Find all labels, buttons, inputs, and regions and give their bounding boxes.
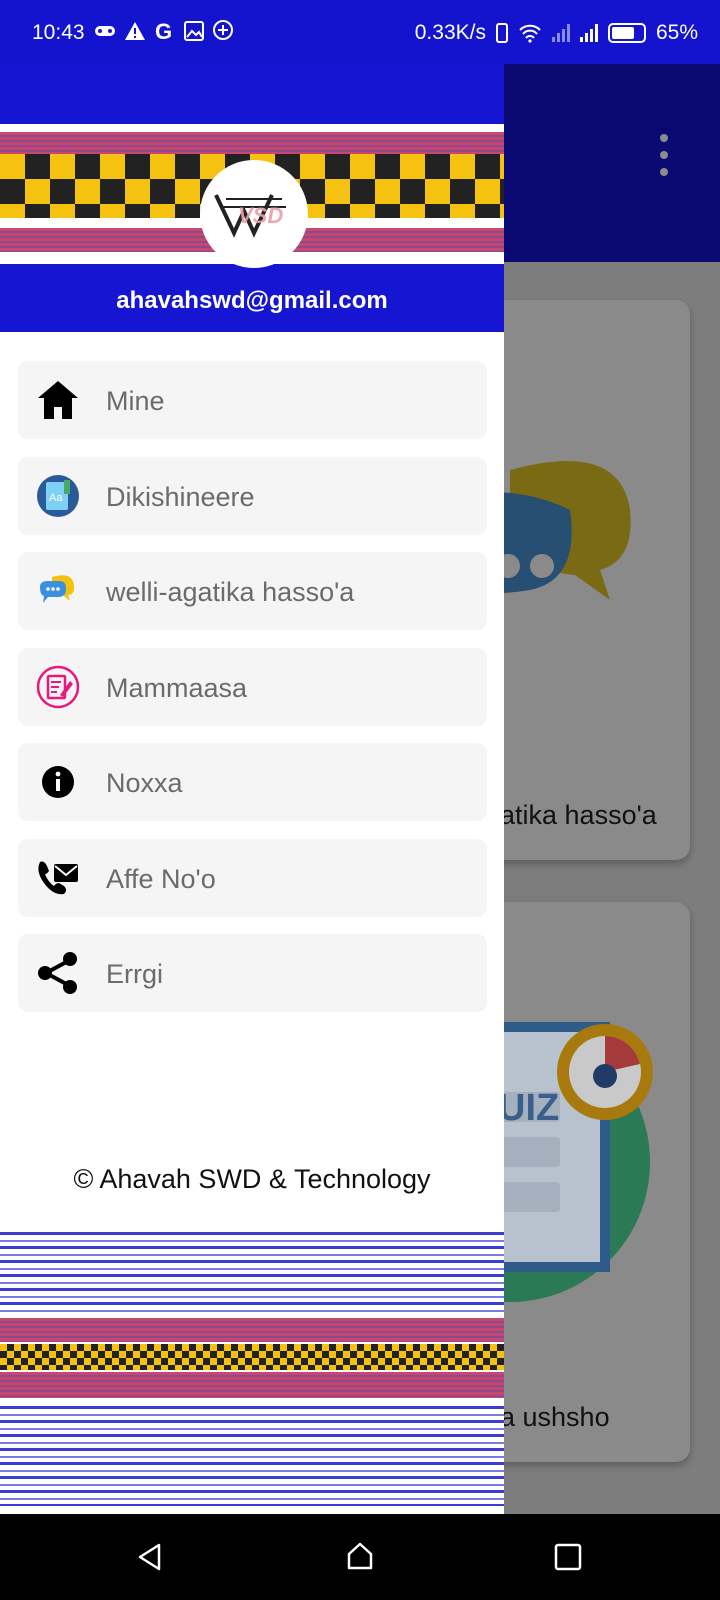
signal-icon [579, 24, 598, 42]
app-logo: VSD [200, 160, 308, 268]
menu-item-label: Errgi [106, 959, 164, 989]
banner-stripe [0, 132, 504, 154]
svg-text:VSD: VSD [238, 203, 283, 228]
menu-item-label: Noxxa [106, 768, 183, 798]
logo-icon: VSD [214, 194, 286, 238]
chat-bubbles-icon [36, 569, 80, 613]
card-caption: atika hasso'a [500, 800, 657, 830]
svg-text:Aa: Aa [49, 492, 63, 504]
notification-icons: G [94, 20, 234, 42]
gamepad-icon [95, 26, 115, 36]
user-email: ahavahswd@gmail.com [116, 287, 388, 314]
home-icon [36, 378, 80, 422]
status-right: 0.33K/s 65% [415, 21, 698, 45]
drawer-footer-pattern [0, 1226, 504, 1514]
edit-note-icon [36, 665, 80, 709]
system-nav-bar [0, 1514, 720, 1600]
menu-item-noxxa[interactable]: Noxxa [18, 743, 487, 821]
home-icon[interactable] [345, 1541, 375, 1571]
status-bar: 10:43 G 0.33K/s 65% [0, 0, 720, 64]
battery-percent: 65% [655, 21, 698, 44]
menu-item-chat[interactable]: welli-agatika hasso'a [18, 552, 487, 630]
menu-item-label: Affe No'o [106, 863, 216, 894]
image-icon [184, 21, 204, 41]
drawer-menu: Mine Aa Dikishineere welli-agatika hasso… [18, 361, 487, 1030]
drawer-email-bar: ahavahswd@gmail.com [0, 264, 504, 332]
share-icon [36, 951, 80, 995]
phone-icon [495, 23, 508, 43]
footer-stripe [0, 1318, 504, 1342]
overflow-menu-icon[interactable] [658, 134, 670, 185]
quiz-badge: UIZ [498, 1087, 560, 1129]
menu-item-share[interactable]: Errgi [18, 934, 487, 1012]
menu-item-label: Mammaasa [106, 672, 248, 703]
battery-icon [607, 23, 646, 43]
recents-icon[interactable] [553, 1542, 583, 1572]
back-icon[interactable] [135, 1542, 165, 1572]
footer-stripe [0, 1372, 504, 1398]
status-time: 10:43 [32, 21, 85, 44]
navigation-drawer: VSD ahavahswd@gmail.com Mine Aa Dikishin… [0, 64, 504, 1514]
dictionary-icon: Aa [36, 474, 80, 518]
svg-text:G: G [155, 20, 172, 42]
copyright-text: © Ahavah SWD & Technology [73, 1164, 431, 1194]
drawer-header-top [0, 64, 504, 124]
menu-item-label: Mine [106, 386, 165, 416]
wifi-icon [519, 24, 541, 43]
google-icon: G [155, 20, 172, 42]
signal-icon [551, 24, 570, 42]
card-caption: a ushsho [500, 1402, 610, 1432]
footer-stripe [0, 1232, 504, 1312]
menu-item-mammaasa[interactable]: Mammaasa [18, 647, 487, 726]
menu-item-label: welli-agatika hasso'a [106, 577, 355, 607]
menu-item-contact[interactable]: Affe No'o [18, 838, 487, 917]
menu-item-mine[interactable]: Mine [18, 361, 487, 439]
footer-stripe [0, 1406, 504, 1506]
menu-item-label: Dikishineere [106, 481, 255, 512]
footer-checker-pattern [0, 1344, 504, 1370]
warning-icon [125, 22, 145, 40]
info-icon [36, 760, 80, 804]
network-speed: 0.33K/s [414, 21, 486, 44]
assistant-icon [213, 20, 233, 40]
menu-item-dictionary[interactable]: Aa Dikishineere [18, 456, 487, 535]
contact-icon [36, 856, 80, 900]
